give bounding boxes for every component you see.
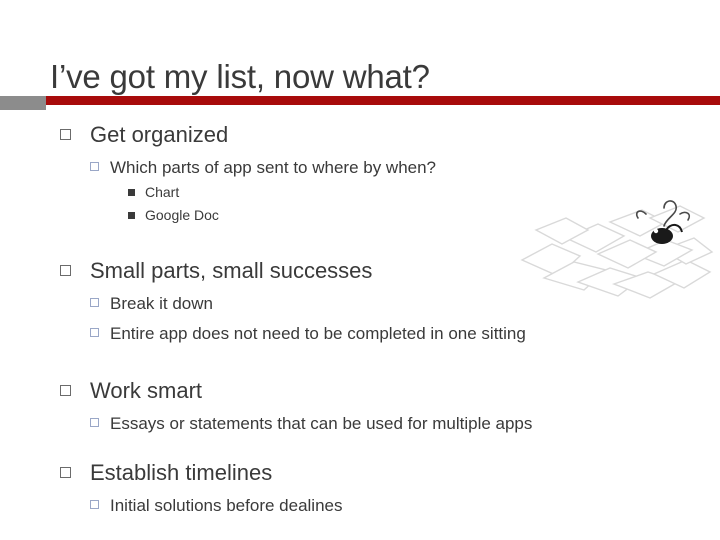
square-bullet-icon [90,500,99,509]
filled-square-bullet-icon [128,212,135,219]
bullet-text: Essays or statements that can be used fo… [110,414,533,433]
bullet-text: Small parts, small successes [90,258,373,283]
title-divider [0,96,720,110]
filled-square-bullet-icon [128,189,135,196]
bullet-google-doc: Google Doc [52,205,712,226]
square-bullet-icon [60,467,71,478]
bullet-text: Work smart [90,378,203,403]
bullet-essays: Essays or statements that can be used fo… [52,412,712,436]
square-bullet-icon [90,418,99,427]
divider-red-bar [46,96,720,105]
bullet-chart: Chart [52,182,712,203]
bullet-text: Google Doc [145,207,219,223]
bullet-text: Establish timelines [90,460,273,485]
bullet-which-parts: Which parts of app sent to where by when… [52,156,712,180]
bullet-work-smart: Work smart [52,376,712,406]
square-bullet-icon [90,298,99,307]
bullet-text: Which parts of app sent to where by when… [110,158,437,177]
bullet-small-parts: Small parts, small successes [52,256,712,286]
bullet-entire-app: Entire app does not need to be completed… [52,322,712,346]
slide-body: Get organized Which parts of app sent to… [52,120,712,518]
bullet-establish-timelines: Establish timelines [52,458,712,488]
bullet-get-organized: Get organized [52,120,712,150]
bullet-text: Break it down [110,294,213,313]
page-title: I’ve got my list, now what? [50,58,430,96]
bullet-text: Get organized [90,122,229,147]
square-bullet-icon [60,385,71,396]
bullet-text: Entire app does not need to be completed… [110,324,526,343]
bullet-text: Initial solutions before dealines [110,496,343,515]
bullet-text: Chart [145,184,180,200]
square-bullet-icon [60,129,71,140]
bullet-break-it-down: Break it down [52,292,712,316]
square-bullet-icon [60,265,71,276]
square-bullet-icon [90,162,99,171]
bullet-initial-solutions: Initial solutions before dealines [52,494,712,518]
slide: I’ve got my list, now what? Get organize… [0,0,720,540]
divider-gray-block [0,96,46,110]
square-bullet-icon [90,328,99,337]
